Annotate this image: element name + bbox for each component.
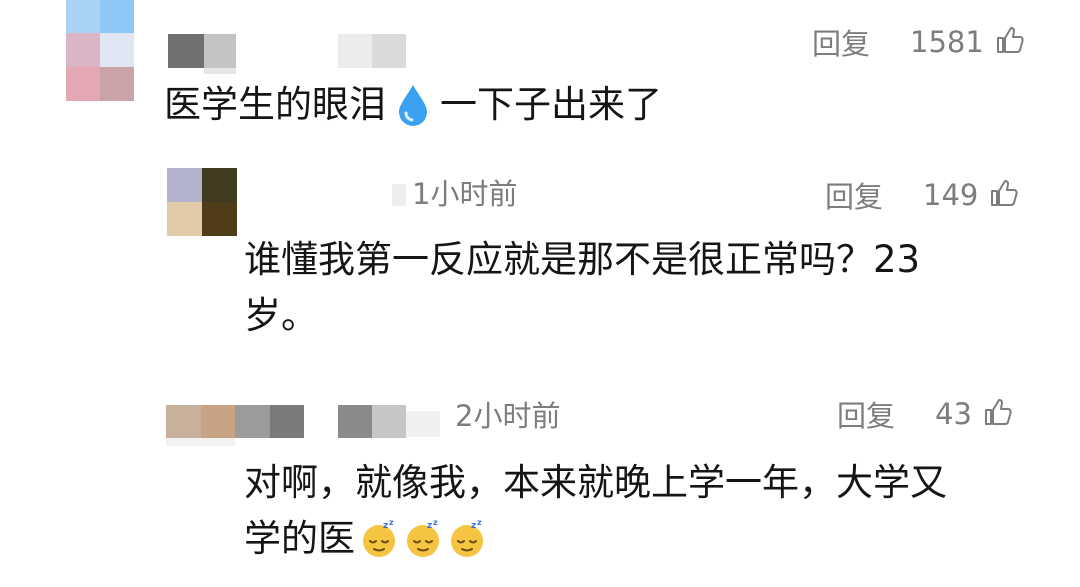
avatar[interactable] — [167, 168, 237, 236]
comment-time: 2小时前 — [455, 399, 561, 433]
comment-text-line2: 岁。 — [244, 294, 318, 337]
comment-text: 谁懂我第一反应就是那不是很正常吗？23 — [244, 238, 921, 281]
like-count: 1581 — [910, 25, 984, 59]
svg-text:z: z — [471, 521, 476, 531]
comment-time: 1小时前 — [412, 177, 518, 211]
comment-text-line2: 学的医 — [244, 517, 355, 560]
svg-text:z: z — [433, 519, 438, 527]
svg-text:z: z — [427, 521, 432, 531]
sleeping-face-icon: zz — [359, 518, 399, 559]
svg-text:z: z — [389, 519, 394, 527]
comment-text: 医学生的眼泪 — [164, 83, 386, 126]
reply-button[interactable]: 回复 — [825, 174, 883, 216]
thumbs-up-icon[interactable] — [982, 396, 1014, 432]
avatar[interactable] — [66, 0, 134, 101]
svg-text:z: z — [477, 519, 482, 527]
comment-text: 对啊，就像我，本来就晚上学一年，大学又 — [244, 461, 947, 504]
like-count: 43 — [935, 397, 972, 431]
reply-button[interactable]: 回复 — [812, 21, 870, 63]
droplet-icon — [396, 83, 430, 127]
svg-text:z: z — [383, 521, 388, 531]
username-blurred[interactable] — [168, 34, 408, 74]
sleeping-face-icon: zz — [403, 518, 443, 559]
reply-button[interactable]: 回复 — [837, 393, 895, 435]
thumbs-up-icon[interactable] — [994, 24, 1026, 60]
username-blurred[interactable] — [392, 180, 406, 210]
sleeping-face-icon: zz — [447, 518, 487, 559]
thumbs-up-icon[interactable] — [988, 177, 1020, 213]
like-count: 149 — [923, 178, 979, 212]
comment-text-continued: 一下子出来了 — [440, 83, 662, 126]
username-blurred[interactable] — [338, 405, 442, 439]
